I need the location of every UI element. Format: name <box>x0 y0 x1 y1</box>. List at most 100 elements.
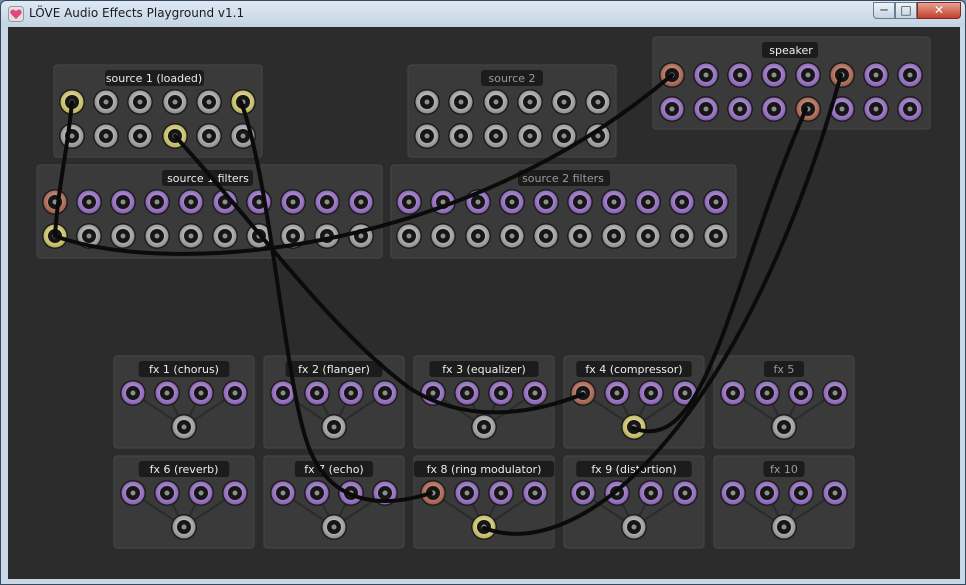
jack-source2-0-0[interactable] <box>414 89 440 115</box>
jack-source2-0-2[interactable] <box>483 89 509 115</box>
jack-source2-filters-in-9[interactable] <box>703 189 729 215</box>
jack-source2-filters-in-8[interactable] <box>669 189 695 215</box>
jack-source1-1-4[interactable] <box>196 123 222 149</box>
jack-speaker-0-2[interactable] <box>727 62 753 88</box>
close-button[interactable]: ✕ <box>917 2 961 19</box>
jack-source1-filters-out-5[interactable] <box>212 223 238 249</box>
jack-source2-filters-out-7[interactable] <box>635 223 661 249</box>
jack-source1-filters-in-2[interactable] <box>110 189 136 215</box>
jack-fx10-in-2[interactable] <box>788 480 814 506</box>
jack-fx8-in-1[interactable] <box>454 480 480 506</box>
jack-source2-1-0[interactable] <box>414 123 440 149</box>
jack-source1-filters-in-0[interactable] <box>42 189 68 215</box>
jack-fx6-in-2[interactable] <box>188 480 214 506</box>
maximize-button[interactable]: □ <box>895 2 917 19</box>
jack-source1-filters-in-9[interactable] <box>348 189 374 215</box>
jack-fx10-in-3[interactable] <box>822 480 848 506</box>
jack-fx2-in-2[interactable] <box>338 380 364 406</box>
jack-fx6-in-1[interactable] <box>154 480 180 506</box>
jack-fx10-in-0[interactable] <box>720 480 746 506</box>
jack-speaker-1-0[interactable] <box>659 96 685 122</box>
patch-board[interactable]: source 1 (loaded) source 2 speaker sourc… <box>8 27 960 579</box>
jack-speaker-0-1[interactable] <box>693 62 719 88</box>
jack-fx1-in-0[interactable] <box>120 380 146 406</box>
jack-source2-filters-out-0[interactable] <box>396 223 422 249</box>
jack-source2-1-2[interactable] <box>483 123 509 149</box>
jack-source2-0-5[interactable] <box>585 89 611 115</box>
jack-speaker-1-3[interactable] <box>761 96 787 122</box>
patch-area[interactable]: source 1 (loaded) source 2 speaker sourc… <box>8 27 960 579</box>
jack-fx5-in-2[interactable] <box>788 380 814 406</box>
jack-source1-0-4[interactable] <box>196 89 222 115</box>
jack-speaker-0-6[interactable] <box>863 62 889 88</box>
jack-fx2-in-3[interactable] <box>372 380 398 406</box>
jack-speaker-1-6[interactable] <box>863 96 889 122</box>
jack-fx9-in-0[interactable] <box>570 480 596 506</box>
jack-source1-filters-in-1[interactable] <box>76 189 102 215</box>
jack-fx9-in-2[interactable] <box>638 480 664 506</box>
jack-source2-0-3[interactable] <box>517 89 543 115</box>
jack-fx7-in-1[interactable] <box>304 480 330 506</box>
jack-source2-filters-out-3[interactable] <box>499 223 525 249</box>
jack-fx1-in-3[interactable] <box>222 380 248 406</box>
jack-source1-filters-out-4[interactable] <box>178 223 204 249</box>
jack-source1-filters-out-3[interactable] <box>144 223 170 249</box>
jack-fx6-out[interactable] <box>171 514 197 540</box>
jack-speaker-0-3[interactable] <box>761 62 787 88</box>
jack-source2-filters-in-6[interactable] <box>601 189 627 215</box>
jack-fx9-out[interactable] <box>621 514 647 540</box>
title-bar[interactable]: LÖVE Audio Effects Playground v1.1 ─ □ ✕ <box>1 1 965 27</box>
jack-source2-filters-in-0[interactable] <box>396 189 422 215</box>
jack-fx1-out[interactable] <box>171 414 197 440</box>
jack-source2-1-3[interactable] <box>517 123 543 149</box>
jack-source2-filters-out-6[interactable] <box>601 223 627 249</box>
jack-source1-filters-in-4[interactable] <box>178 189 204 215</box>
jack-fx8-in-2[interactable] <box>488 480 514 506</box>
jack-fx2-out[interactable] <box>321 414 347 440</box>
jack-source2-0-1[interactable] <box>448 89 474 115</box>
jack-fx4-in-2[interactable] <box>638 380 664 406</box>
jack-source2-filters-out-8[interactable] <box>669 223 695 249</box>
jack-fx8-in-3[interactable] <box>522 480 548 506</box>
jack-source1-filters-in-3[interactable] <box>144 189 170 215</box>
jack-fx5-in-1[interactable] <box>754 380 780 406</box>
jack-fx10-out[interactable] <box>771 514 797 540</box>
jack-fx7-in-0[interactable] <box>270 480 296 506</box>
jack-source1-filters-in-8[interactable] <box>314 189 340 215</box>
jack-fx3-in-3[interactable] <box>522 380 548 406</box>
jack-speaker-0-7[interactable] <box>897 62 923 88</box>
jack-speaker-1-7[interactable] <box>897 96 923 122</box>
jack-source2-filters-in-3[interactable] <box>499 189 525 215</box>
jack-fx6-in-3[interactable] <box>222 480 248 506</box>
jack-source2-1-1[interactable] <box>448 123 474 149</box>
jack-source1-1-2[interactable] <box>127 123 153 149</box>
jack-speaker-1-2[interactable] <box>727 96 753 122</box>
panel-source1[interactable]: source 1 (loaded) <box>53 64 263 158</box>
jack-source1-1-0[interactable] <box>59 123 85 149</box>
jack-fx3-in-1[interactable] <box>454 380 480 406</box>
jack-fx5-in-3[interactable] <box>822 380 848 406</box>
jack-fx3-in-2[interactable] <box>488 380 514 406</box>
jack-fx4-in-1[interactable] <box>604 380 630 406</box>
jack-fx3-out[interactable] <box>471 414 497 440</box>
jack-speaker-1-1[interactable] <box>693 96 719 122</box>
jack-fx2-in-1[interactable] <box>304 380 330 406</box>
jack-fx9-in-3[interactable] <box>672 480 698 506</box>
jack-source2-filters-out-5[interactable] <box>567 223 593 249</box>
jack-fx5-in-0[interactable] <box>720 380 746 406</box>
jack-source2-0-4[interactable] <box>551 89 577 115</box>
jack-source1-1-1[interactable] <box>93 123 119 149</box>
jack-source1-0-3[interactable] <box>162 89 188 115</box>
jack-fx10-in-1[interactable] <box>754 480 780 506</box>
jack-fx1-in-1[interactable] <box>154 380 180 406</box>
jack-fx5-out[interactable] <box>771 414 797 440</box>
jack-speaker-0-4[interactable] <box>795 62 821 88</box>
panel-source2[interactable]: source 2 <box>407 64 617 158</box>
minimize-button[interactable]: ─ <box>873 2 895 19</box>
jack-fx6-in-0[interactable] <box>120 480 146 506</box>
jack-source1-0-2[interactable] <box>127 89 153 115</box>
panel-speaker[interactable]: speaker <box>652 36 931 130</box>
jack-source2-filters-in-4[interactable] <box>533 189 559 215</box>
jack-source1-filters-out-2[interactable] <box>110 223 136 249</box>
jack-source1-0-1[interactable] <box>93 89 119 115</box>
